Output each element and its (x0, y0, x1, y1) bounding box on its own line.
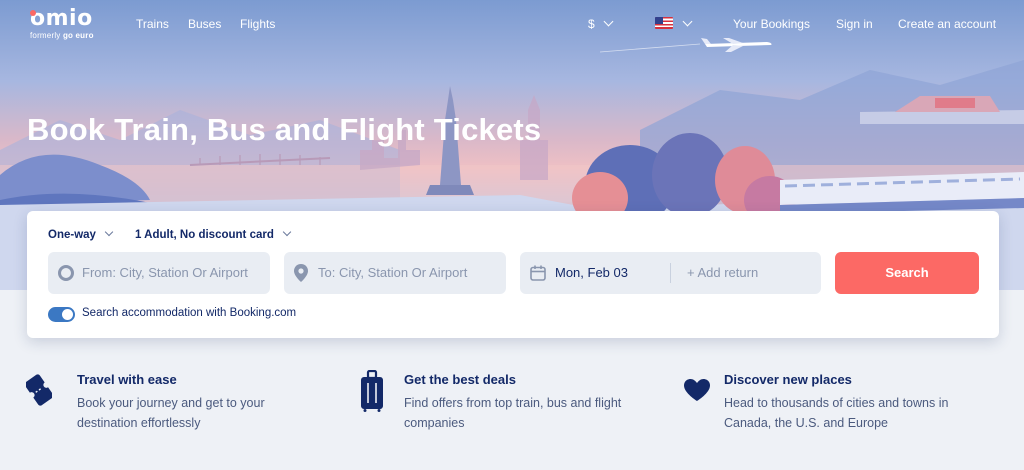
calendar-icon (530, 265, 546, 281)
currency-symbol: $ (588, 17, 595, 31)
chevron-down-icon (682, 16, 693, 27)
currency-selector[interactable]: $ (588, 16, 614, 31)
from-field[interactable]: From: City, Station Or Airport (48, 252, 270, 294)
departure-date[interactable]: Mon, Feb 03 (555, 265, 628, 280)
feature-description: Head to thousands of cities and towns in… (724, 393, 948, 433)
hero-title: Book Train, Bus and Flight Tickets (27, 112, 542, 147)
feature-title: Get the best deals (404, 372, 516, 387)
suitcase-icon (361, 370, 383, 412)
feature-desc-line: Book your journey and get to your (77, 396, 265, 410)
feature-best-deals: Get the best deals Find offers from top … (404, 372, 621, 433)
feature-desc-line: Find offers from top train, bus and flig… (404, 396, 622, 410)
add-return-button[interactable]: + Add return (687, 265, 758, 280)
logo-wordmark: omio (30, 6, 93, 31)
chevron-down-icon (104, 227, 114, 237)
tagline-brand: go euro (62, 31, 94, 40)
accommodation-toggle-label: Search accommodation with Booking.com (82, 307, 297, 319)
your-bookings-link[interactable]: Your Bookings (733, 17, 810, 31)
feature-title: Travel with ease (77, 372, 177, 387)
feature-desc-line: Head to thousands of cities and towns in (724, 396, 949, 410)
date-field[interactable]: Mon, Feb 03 + Add return (520, 252, 821, 294)
trip-type-dropdown[interactable]: One-way (48, 227, 114, 241)
tagline-prefix: formerly (30, 31, 61, 40)
create-account-link[interactable]: Create an account (898, 17, 996, 31)
trip-type-label: One-way (48, 229, 96, 241)
omio-logo[interactable]: omio formerly go euro (30, 8, 94, 40)
feature-travel-with-ease: Travel with ease Book your journey and g… (77, 372, 265, 433)
language-selector[interactable] (674, 16, 693, 31)
to-placeholder: To: City, Station Or Airport (318, 265, 468, 280)
nav-link-buses[interactable]: Buses (188, 17, 221, 31)
date-divider (670, 263, 671, 283)
feature-desc-line: destination effortlessly (77, 416, 201, 430)
from-placeholder: From: City, Station Or Airport (82, 265, 248, 280)
top-navigation: omio formerly go euro Trains Buses Fligh… (0, 0, 1024, 48)
heart-icon (684, 379, 710, 401)
feature-description: Book your journey and get to your destin… (77, 393, 265, 433)
feature-description: Find offers from top train, bus and flig… (404, 393, 621, 433)
origin-circle-icon (58, 265, 74, 281)
logo-dot (30, 10, 36, 16)
feature-title: Discover new places (724, 372, 852, 387)
chevron-down-icon (282, 227, 292, 237)
passengers-label: 1 Adult, No discount card (135, 229, 274, 241)
chevron-down-icon (603, 16, 614, 27)
passengers-dropdown[interactable]: 1 Adult, No discount card (135, 227, 292, 241)
location-pin-icon (294, 264, 308, 282)
feature-desc-line: companies (404, 416, 465, 430)
search-card: One-way 1 Adult, No discount card From: … (27, 211, 999, 338)
ticket-icon (26, 374, 52, 406)
nav-link-trains[interactable]: Trains (136, 17, 169, 31)
sign-in-link[interactable]: Sign in (836, 17, 873, 31)
feature-desc-line: Canada, the U.S. and Europe (724, 416, 889, 430)
accommodation-toggle[interactable] (48, 307, 75, 322)
logo-tagline: formerly go euro (30, 31, 94, 40)
us-flag-icon[interactable] (655, 17, 673, 29)
nav-link-flights[interactable]: Flights (240, 17, 275, 31)
search-button[interactable]: Search (835, 252, 979, 294)
feature-discover-places: Discover new places Head to thousands of… (724, 372, 948, 433)
to-field[interactable]: To: City, Station Or Airport (284, 252, 506, 294)
